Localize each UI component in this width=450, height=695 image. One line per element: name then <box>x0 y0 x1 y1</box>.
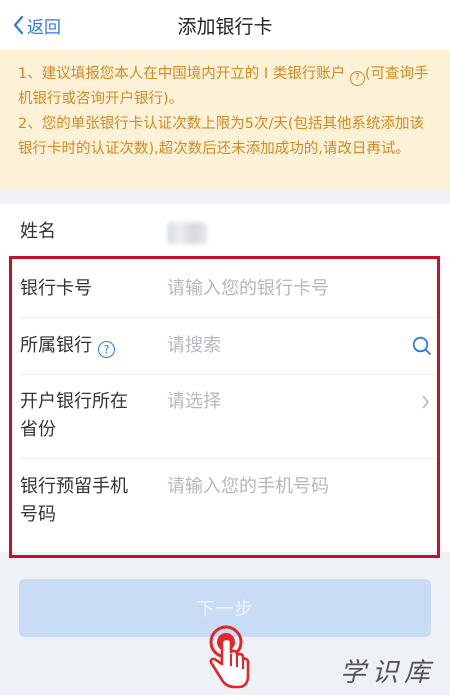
question-icon[interactable]: ? <box>98 341 115 358</box>
bank-label: 所属银行? <box>20 332 115 360</box>
name-label: 姓名 <box>20 221 56 242</box>
bank-search-input[interactable]: 请搜索 <box>167 332 221 360</box>
nav-header: 返回 添加银行卡 <box>0 0 450 50</box>
phone-input[interactable]: 请输入您的手机号码 <box>167 473 329 501</box>
notice-banner: 1、建议填报您本人在中国境内开立的 I 类银行账户 ? (可查询手机银行或咨询开户… <box>0 50 450 190</box>
divider <box>20 317 436 318</box>
page-title: 添加银行卡 <box>177 16 273 38</box>
notice-line2-text: 2、您的单张银行卡认证次数上限为5次/天(包括其他系统添加该银行卡时的认证次数)… <box>18 116 424 157</box>
question-icon[interactable]: ? <box>349 70 365 86</box>
tap-hand-icon <box>209 625 250 689</box>
card-number-input[interactable]: 请输入您的银行卡号 <box>167 275 329 303</box>
chevron-right-icon <box>422 395 429 409</box>
name-value-blurred <box>167 222 207 244</box>
province-select[interactable]: 请选择 <box>167 388 221 416</box>
divider <box>20 458 436 459</box>
search-icon[interactable] <box>412 336 432 356</box>
card-number-label: 银行卡号 <box>20 278 92 299</box>
notice-line1-text: 1、建议填报您本人在中国境内开立的 I 类银行账户 <box>18 66 346 82</box>
watermark: 学识库 <box>339 658 436 688</box>
divider <box>20 374 436 375</box>
province-label: 开户银行所在 省份 <box>20 391 128 440</box>
phone-label: 银行预留手机 号码 <box>20 476 128 525</box>
